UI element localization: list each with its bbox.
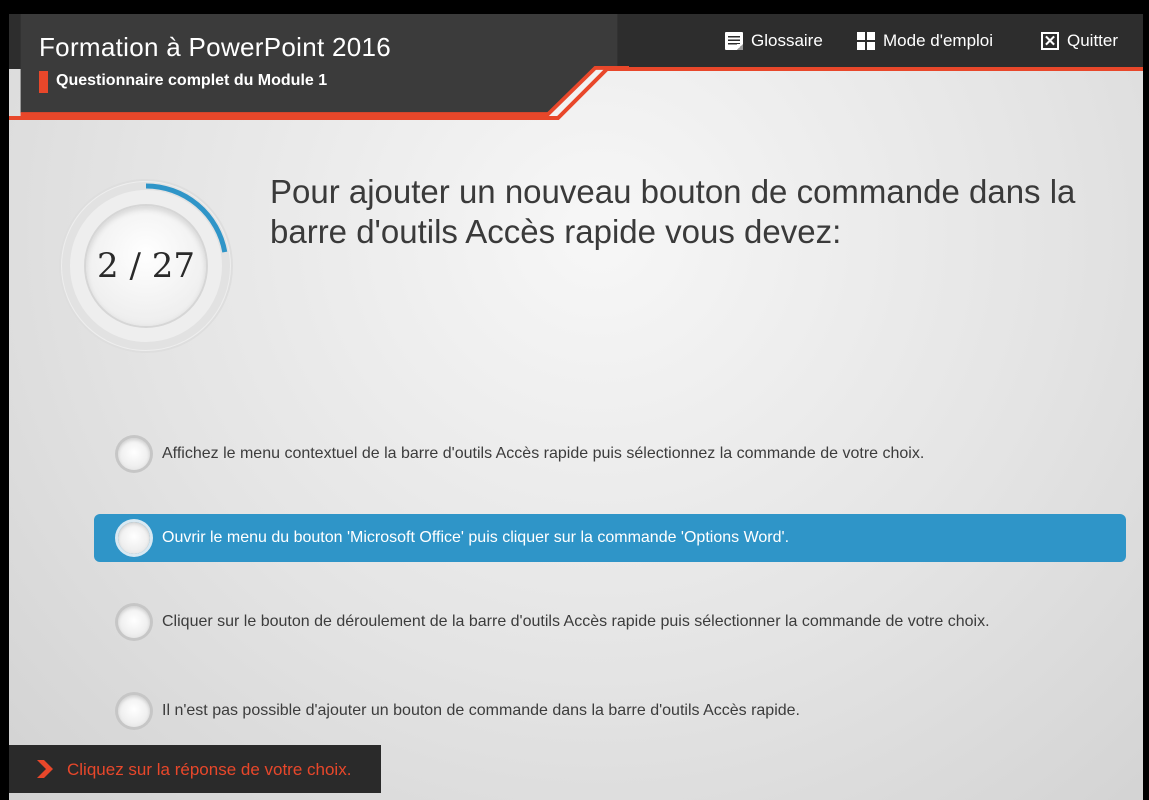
answer-option-3[interactable]: Cliquer sur le bouton de déroulement de …: [94, 598, 1126, 646]
answer-text: Il n'est pas possible d'ajouter un bouto…: [162, 702, 800, 719]
question-text: Pour ajouter un nouveau bouton de comman…: [270, 173, 1076, 250]
close-box-icon: ✕: [1041, 32, 1059, 50]
document-icon: [725, 32, 743, 50]
answer-text: Ouvrir le menu du bouton 'Microsoft Offi…: [162, 529, 790, 546]
answer-text: Affichez le menu contextuel de la barre …: [162, 445, 925, 462]
progress-counter: 2 / 27: [86, 206, 206, 326]
instruction-text: Cliquez sur la réponse de votre choix.: [67, 760, 352, 779]
subtitle-marker: [39, 71, 48, 93]
module-subtitle: Questionnaire complet du Module 1: [56, 72, 328, 89]
quit-button[interactable]: ✕ Quitter: [1041, 28, 1118, 54]
instruction-bar: Cliquez sur la réponse de votre choix.: [9, 745, 381, 793]
radio-button[interactable]: [118, 695, 150, 727]
app-window: Formation à PowerPoint 2016 Questionnair…: [9, 14, 1143, 800]
manual-label: Mode d'emploi: [883, 31, 994, 50]
course-title: Formation à PowerPoint 2016: [39, 32, 392, 62]
radio-button[interactable]: [118, 606, 150, 638]
answer-option-1[interactable]: Affichez le menu contextuel de la barre …: [94, 430, 1126, 478]
chevron-right-icon: [37, 760, 53, 778]
manual-link[interactable]: Mode d'emploi: [857, 28, 993, 54]
answer-option-4[interactable]: Il n'est pas possible d'ajouter un bouto…: [94, 687, 1126, 735]
glossary-label: Glossaire: [751, 31, 823, 50]
radio-button[interactable]: [118, 438, 150, 470]
quit-label: Quitter: [1067, 31, 1119, 50]
progress-indicator: 2 / 27: [52, 172, 240, 360]
answer-text: Cliquer sur le bouton de déroulement de …: [162, 613, 990, 630]
glossary-link[interactable]: Glossaire: [725, 28, 823, 54]
answer-option-2[interactable]: Ouvrir le menu du bouton 'Microsoft Offi…: [94, 514, 1126, 562]
grid-icon: [857, 32, 875, 50]
radio-button[interactable]: [118, 522, 150, 554]
